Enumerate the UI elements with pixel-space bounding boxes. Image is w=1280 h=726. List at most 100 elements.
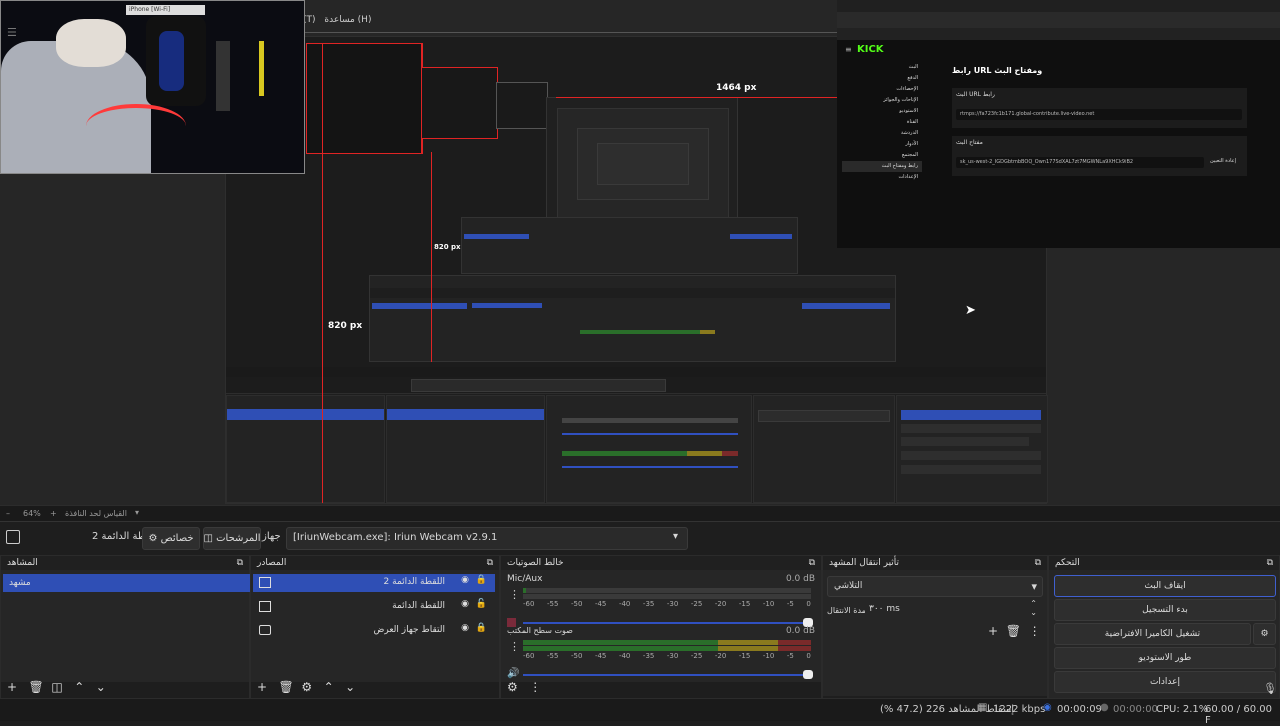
kick-nav-item[interactable]: الأدوار bbox=[842, 139, 922, 150]
meter-tick-label: -30 bbox=[666, 652, 679, 660]
webcam-titlebar: iPhone [Wi-Fi] bbox=[126, 5, 205, 15]
undock-icon[interactable]: ⧉ bbox=[487, 556, 493, 570]
kick-reset-button[interactable]: إعادة التعيين bbox=[1210, 158, 1236, 164]
meter-tick-label: -20 bbox=[714, 600, 727, 608]
kick-nav-item[interactable]: الدفع bbox=[842, 73, 922, 84]
filter-icon[interactable]: ◫ bbox=[51, 680, 62, 694]
lock-icon[interactable]: 🔒 bbox=[476, 623, 487, 633]
kick-nav-item[interactable]: الإحصاءات bbox=[842, 84, 922, 95]
transitions-dock: تأثير انتقال المشهد ⧉ التلاشي ▾ مدة الانت… bbox=[822, 555, 1048, 700]
source-icon bbox=[6, 530, 20, 544]
kick-url-value[interactable]: rtmps://fa723fc1b171.global-contribute.l… bbox=[960, 111, 1094, 117]
source-row[interactable]: اللقطة الدائمة ◉ 🔓 bbox=[253, 598, 495, 616]
gear-icon[interactable]: ⚙ bbox=[507, 680, 518, 694]
kick-nav-item[interactable]: البث bbox=[842, 62, 922, 73]
kick-browser-window[interactable]: KICK ≡ البث الدفع الإحصاءات الإتاحات والجوا… bbox=[837, 0, 1280, 248]
down-icon[interactable]: ⌄ bbox=[96, 680, 106, 694]
spin-down-icon[interactable]: ⌄ bbox=[1030, 608, 1037, 617]
properties-button[interactable]: ⚙ خصائص bbox=[142, 527, 200, 550]
settings-button[interactable]: إعدادات bbox=[1054, 671, 1276, 693]
device-select[interactable]: [IriunWebcam.exe]: Iriun Webcam v2.9.1 ▾ bbox=[286, 527, 688, 550]
eye-icon[interactable]: ◉ bbox=[461, 599, 469, 609]
source-row[interactable]: التقاط جهاز العرض ◉ 🔒 bbox=[253, 622, 495, 640]
kick-menu-icon[interactable]: ≡ bbox=[845, 45, 852, 54]
kebab-icon[interactable]: ⋮ bbox=[1029, 624, 1041, 638]
mixer-body: Mic/Aux 0.0 dB ⋮ -60 -55 -50 -45 -40 -35 -30 -2… bbox=[501, 570, 821, 682]
webcam-window[interactable]: iPhone [Wi-Fi] ☰ bbox=[0, 0, 305, 174]
volume-slider[interactable] bbox=[523, 674, 805, 676]
kick-nav-item[interactable]: المجتمع bbox=[842, 150, 922, 161]
kick-nav-item[interactable]: القناة bbox=[842, 117, 922, 128]
meter-tick-label: -10 bbox=[762, 652, 775, 660]
kick-nav-item[interactable]: رابط ومفتاح البث bbox=[842, 161, 922, 172]
duration-label: مدة الانتقال bbox=[827, 606, 866, 615]
eye-icon[interactable]: ◉ bbox=[461, 575, 469, 585]
undock-icon[interactable]: ⧉ bbox=[1035, 556, 1041, 570]
record-time: 00:00:00 bbox=[1113, 704, 1158, 715]
kick-logo: KICK bbox=[857, 44, 884, 55]
speaker-icon[interactable]: 🔊 bbox=[507, 668, 519, 679]
menu-help[interactable]: مساعدة (H) bbox=[324, 15, 371, 25]
browser-urlbar bbox=[837, 12, 1280, 28]
chair-arm bbox=[216, 41, 230, 111]
stop-stream-button[interactable]: ايقاف البث bbox=[1054, 575, 1276, 597]
virtual-camera-button[interactable]: تشغيل الكاميرا الافتراضية bbox=[1054, 623, 1251, 645]
kick-key-value[interactable]: sk_us-west-2_IGDGbtmbBOQ_Own177SdXAL7zt7… bbox=[960, 159, 1133, 165]
kebab-icon[interactable]: ⋮ bbox=[509, 640, 520, 653]
trash-icon[interactable]: 🗑 bbox=[1006, 624, 1021, 638]
start-recording-button[interactable]: بدء التسجيل bbox=[1054, 599, 1276, 621]
transition-select[interactable]: التلاشي ▾ bbox=[827, 576, 1043, 597]
measure-h1: 820 px bbox=[328, 321, 363, 331]
zoom-fit-label[interactable]: القياس لحد النافذة bbox=[65, 509, 127, 518]
channel-name: Mic/Aux bbox=[507, 574, 543, 584]
undock-icon[interactable]: ⧉ bbox=[1267, 556, 1273, 570]
kick-nav-item[interactable]: الإعدادات bbox=[842, 172, 922, 183]
menu-bar: (T) مساعدة (H) bbox=[303, 15, 371, 25]
up-icon[interactable]: ⌃ bbox=[74, 680, 84, 694]
meter-tick-label: -35 bbox=[642, 600, 655, 608]
zoom-dropdown-icon[interactable]: ▾ bbox=[135, 508, 139, 517]
microphone-icon[interactable]: 🎙 bbox=[1263, 682, 1277, 695]
kebab-icon[interactable]: ⋮ bbox=[529, 680, 541, 694]
down-icon[interactable]: ⌄ bbox=[345, 680, 355, 694]
meter-tick-label: -20 bbox=[714, 652, 727, 660]
guide-line-inner bbox=[421, 43, 422, 153]
studio-mode-button[interactable]: طور الاستوديو bbox=[1054, 647, 1276, 669]
add-icon[interactable]: + bbox=[988, 624, 998, 638]
scene-item[interactable]: مشهد bbox=[3, 574, 251, 592]
undock-icon[interactable]: ⧉ bbox=[237, 556, 243, 570]
kick-nav-item[interactable]: الإتاحات والجوائز bbox=[842, 95, 922, 106]
gear-icon[interactable]: ⚙ bbox=[301, 680, 312, 694]
add-icon[interactable]: + bbox=[257, 680, 267, 694]
trash-icon[interactable]: 🗑 bbox=[29, 680, 44, 694]
yellow-light bbox=[259, 41, 264, 96]
hamburger-icon[interactable]: ☰ bbox=[7, 26, 17, 39]
audio-mixer-dock: خالط الصوتيات ⧉ Mic/Aux 0.0 dB ⋮ -60 -55 -5… bbox=[500, 555, 822, 700]
kick-sidebar: البث الدفع الإحصاءات الإتاحات والجوائز الاست… bbox=[842, 62, 922, 183]
slider-handle[interactable] bbox=[803, 670, 813, 679]
spin-up-icon[interactable]: ⌃ bbox=[1030, 599, 1037, 608]
undock-icon[interactable]: ⧉ bbox=[809, 556, 815, 570]
kebab-icon[interactable]: ⋮ bbox=[509, 588, 520, 601]
source-row[interactable]: اللقطة الدائمة 2 ◉ 🔒 bbox=[253, 574, 495, 592]
kick-nav-item[interactable]: الدردشة bbox=[842, 128, 922, 139]
zoom-plus-icon[interactable]: + bbox=[50, 509, 57, 518]
volume-slider[interactable] bbox=[523, 622, 805, 624]
gear-icon[interactable]: ⚙ bbox=[1253, 623, 1276, 645]
add-icon[interactable]: + bbox=[7, 680, 17, 694]
level-meter bbox=[523, 646, 811, 651]
stream-icon: ◉ bbox=[1043, 702, 1052, 713]
scenes-list: مشهد bbox=[1, 570, 251, 682]
lock-icon[interactable]: 🔓 bbox=[476, 599, 487, 609]
duration-spinbox[interactable]: ٣٠٠ ms ⌃ ⌄ bbox=[865, 599, 1041, 619]
trash-icon[interactable]: 🗑 bbox=[279, 680, 294, 694]
eye-icon[interactable]: ◉ bbox=[461, 623, 469, 633]
filters-button[interactable]: ◫ المرشحات bbox=[203, 527, 261, 550]
preview-area[interactable]: (T) مساعدة (H) 820 px 820 px 1464 px iPh… bbox=[0, 0, 1280, 505]
kick-nav-item[interactable]: الاستوديو bbox=[842, 106, 922, 117]
lock-icon[interactable]: 🔒 bbox=[476, 575, 487, 585]
minus-icon[interactable]: – bbox=[6, 509, 10, 518]
display-icon bbox=[259, 577, 271, 588]
mic-light bbox=[159, 31, 184, 91]
up-icon[interactable]: ⌃ bbox=[324, 680, 334, 694]
